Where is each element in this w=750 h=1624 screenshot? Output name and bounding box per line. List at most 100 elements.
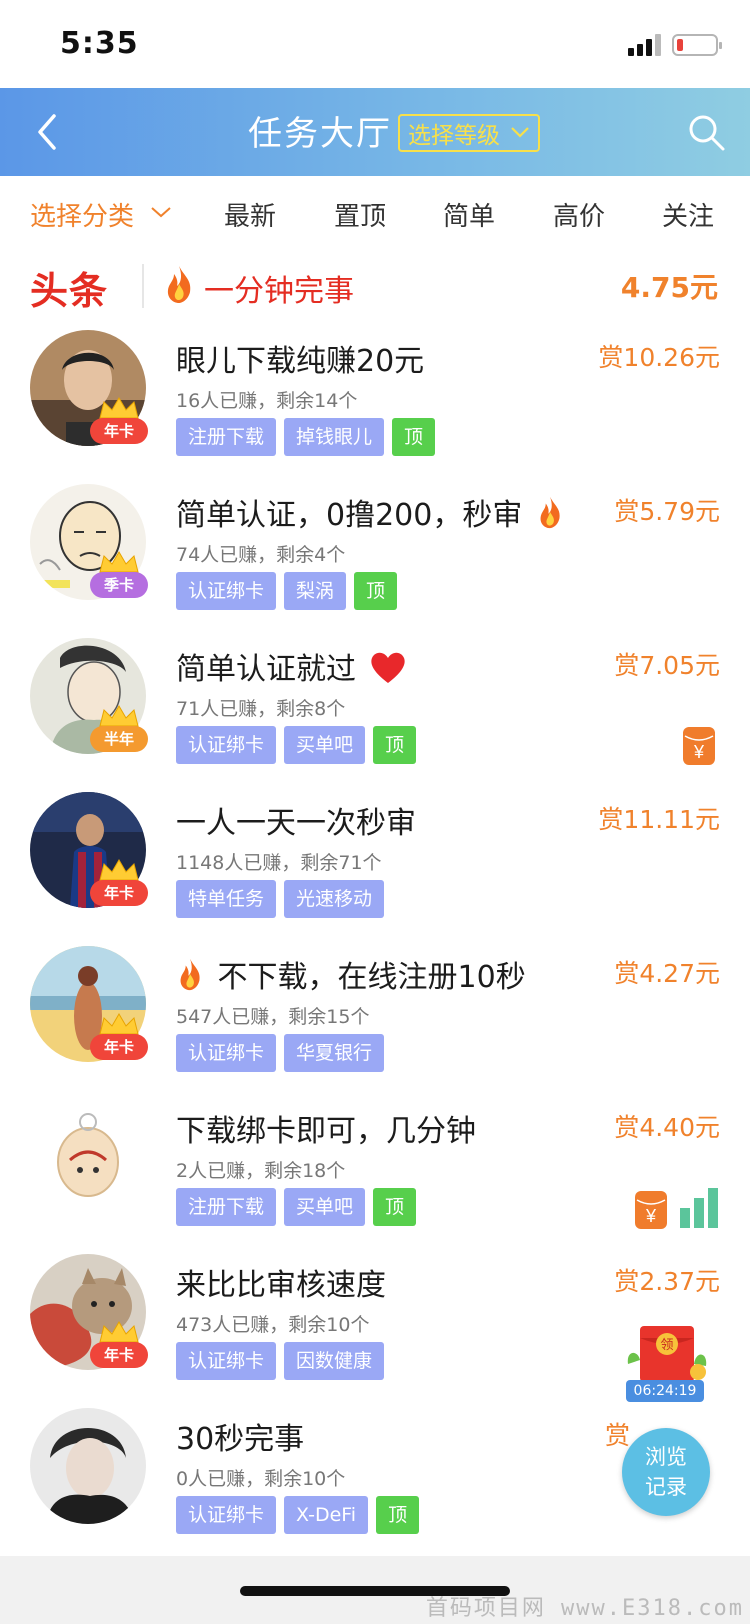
yen-glyph: ¥ — [693, 742, 705, 762]
task-reward: 赏11.11元 — [598, 805, 720, 834]
top-tag: 顶 — [392, 418, 436, 456]
tag: 特单任务 — [176, 880, 277, 918]
task-reward: 赏10.26元 — [598, 343, 720, 372]
task-meta: 16人已赚，剩余14个 — [176, 390, 358, 412]
avatar — [30, 1100, 146, 1216]
tag-group: 注册下载 买单吧 顶 — [176, 1188, 417, 1226]
yen-wallet-icon[interactable]: ¥ — [682, 726, 716, 766]
task-title: 不下载，在线注册10秒 — [176, 952, 526, 996]
chevron-down-icon[interactable] — [150, 203, 172, 221]
task-meta: 547人已赚，剩余15个 — [176, 1006, 370, 1028]
browse-history-line1: 浏览 — [645, 1445, 687, 1469]
task-reward: 赏4.27元 — [614, 959, 720, 988]
task-item[interactable]: 年卡 一人一天一次秒审 1148人已赚，剩余71个 赏11.11元 特单任务 光… — [0, 780, 750, 934]
tag: 买单吧 — [284, 1188, 366, 1226]
tag: 认证绑卡 — [176, 1034, 277, 1072]
avatar — [30, 1408, 146, 1524]
badge-label: 半年 — [90, 726, 148, 752]
tag: 梨涡 — [284, 572, 347, 610]
badge-label: 年卡 — [90, 1342, 148, 1368]
tag-group: 认证绑卡 X-DeFi 顶 — [176, 1496, 420, 1534]
tag: 认证绑卡 — [176, 1496, 277, 1534]
bar-chart-icon[interactable] — [678, 1186, 720, 1228]
task-meta: 71人已赚，剩余8个 — [176, 698, 346, 720]
tag: 注册下载 — [176, 1188, 277, 1226]
crown-icon — [99, 859, 139, 881]
badge-label: 年卡 — [90, 1034, 148, 1060]
category-tabs: 选择分类 最新 置顶 简单 高价 关注 — [0, 176, 750, 252]
tag-group: 认证绑卡 买单吧 顶 — [176, 726, 417, 764]
top-tag: 顶 — [373, 1188, 417, 1226]
red-packet-label: 领 — [660, 1338, 673, 1353]
task-meta: 74人已赚，剩余4个 — [176, 544, 346, 566]
tab-simple[interactable]: 简单 — [443, 196, 495, 233]
tag: 掉钱眼儿 — [284, 418, 385, 456]
task-reward: 赏4.40元 — [614, 1113, 720, 1142]
yen-wallet-icon[interactable]: ¥ — [634, 1190, 668, 1230]
tab-select-category[interactable]: 选择分类 — [30, 196, 134, 233]
task-meta: 1148人已赚，剩余71个 — [176, 852, 382, 874]
headline-logo: 头条 — [30, 269, 109, 313]
task-item[interactable]: 半年 简单认证就过 71人已赚，剩余8个 赏7.05元 认证绑卡 买单吧 顶 — [0, 626, 750, 780]
task-item[interactable]: 年卡 眼儿下载纯赚20元 16人已赚，剩余14个 赏10.26元 注册下载 掉钱… — [0, 318, 750, 472]
tag: 认证绑卡 — [176, 726, 277, 764]
tag: 华夏银行 — [284, 1034, 385, 1072]
task-meta: 2人已赚，剩余18个 — [176, 1160, 346, 1182]
fire-icon — [167, 266, 191, 303]
tab-pinned[interactable]: 置顶 — [334, 196, 386, 233]
level-select-label: 选择等级 — [408, 123, 500, 149]
top-tag: 顶 — [354, 572, 398, 610]
status-bar: 5:35 — [0, 0, 750, 88]
tag: 注册下载 — [176, 418, 277, 456]
tag: 光速移动 — [284, 880, 385, 918]
tag-group: 认证绑卡 梨涡 顶 — [176, 572, 398, 610]
yen-glyph: ¥ — [645, 1206, 657, 1226]
header-bar: 任务大厅 选择等级 — [0, 88, 750, 176]
badge-label: 年卡 — [90, 418, 148, 444]
tab-high-price[interactable]: 高价 — [553, 196, 605, 233]
browse-history-button[interactable]: 浏览 记录 — [622, 1428, 710, 1516]
top-tag: 顶 — [373, 726, 417, 764]
task-title-text: 不下载，在线注册10秒 — [217, 960, 526, 995]
task-title: 简单认证就过 — [176, 644, 408, 688]
badge-label: 年卡 — [90, 880, 148, 906]
task-item[interactable]: 年卡 不下载，在线注册10秒 547人已赚，剩余15个 赏4.27元 认证绑卡 … — [0, 934, 750, 1088]
page-title: 任务大厅 — [248, 114, 392, 154]
crown-icon — [99, 1321, 139, 1343]
tag: 认证绑卡 — [176, 1342, 277, 1380]
headline-banner[interactable]: 头条 一分钟完事 4.75元 — [0, 252, 750, 328]
tag-group: 注册下载 掉钱眼儿 顶 — [176, 418, 436, 456]
top-tag: 顶 — [376, 1496, 420, 1534]
task-reward: 赏5.79元 — [614, 497, 720, 526]
tab-latest[interactable]: 最新 — [224, 196, 276, 233]
crown-icon — [99, 705, 139, 727]
headline-text: 一分钟完事 — [204, 274, 354, 309]
task-title-text: 简单认证就过 — [176, 652, 356, 687]
fire-icon — [180, 958, 200, 991]
level-select-dropdown[interactable]: 选择等级 — [398, 114, 540, 152]
badge-label: 季卡 — [90, 572, 148, 598]
task-title: 一人一天一次秒审 — [176, 806, 416, 841]
task-item[interactable]: 季卡 简单认证，0撸200，秒审 74人已赚，剩余4个 赏5.79元 认证绑卡 … — [0, 472, 750, 626]
membership-badge: 年卡 — [90, 1012, 148, 1062]
battery-icon — [672, 34, 722, 56]
divider — [142, 264, 144, 308]
tag-group: 认证绑卡 华夏银行 — [176, 1034, 385, 1072]
tag-group: 认证绑卡 因数健康 — [176, 1342, 385, 1380]
red-packet-icon[interactable]: 领 — [624, 1320, 710, 1382]
tab-follow[interactable]: 关注 — [662, 196, 714, 233]
back-icon[interactable] — [30, 110, 70, 154]
crown-icon — [99, 397, 139, 419]
bottom-bar: 首码项目网 www.E318.com — [0, 1556, 750, 1624]
status-time: 5:35 — [60, 26, 139, 61]
headline-price: 4.75元 — [620, 271, 718, 304]
task-title: 简单认证，0撸200，秒审 — [176, 490, 564, 534]
membership-badge: 年卡 — [90, 1320, 148, 1370]
task-title: 来比比审核速度 — [176, 1268, 386, 1303]
task-reward: 赏7.05元 — [614, 651, 720, 680]
crown-icon — [99, 551, 139, 573]
task-title: 30秒完事 — [176, 1422, 305, 1457]
crown-icon — [99, 1013, 139, 1035]
task-reward: 赏2.37元 — [614, 1267, 720, 1296]
search-icon[interactable] — [686, 112, 726, 152]
